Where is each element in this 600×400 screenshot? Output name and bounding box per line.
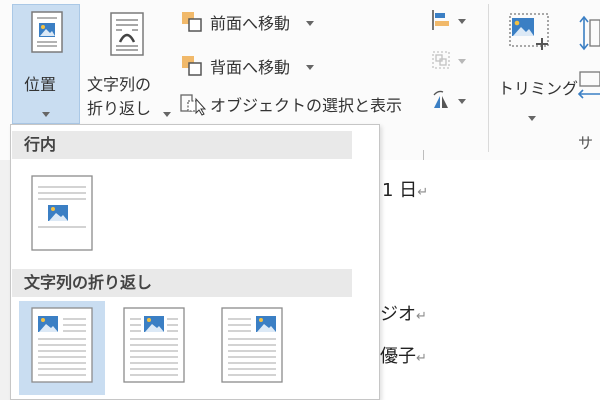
document-line-text: 優子 [380,346,416,367]
crop-label: トリミング [498,79,579,98]
wrap-text-label-line2: 折り返し [87,99,152,118]
rotate-button[interactable] [430,86,478,114]
arrange-small-tools [430,6,482,116]
send-backward-button[interactable]: 背面へ移動 [178,52,315,80]
bring-forward-label: 前面へ移動 [210,14,291,33]
position-top-left-icon [31,307,93,383]
rotate-caret [458,91,466,110]
paragraph-mark: ↵ [416,351,427,366]
wrap-text-dropdown-caret [163,104,171,123]
position-icon [31,11,63,53]
inline-section-header: 行内 [12,131,352,159]
send-backward-label: 背面へ移動 [210,58,291,77]
crop-icon [509,13,549,50]
position-top-center-icon [123,307,185,383]
bring-forward-icon [182,12,202,32]
group-divider [488,4,489,152]
align-left-icon [432,10,449,30]
bring-forward-caret[interactable] [306,13,315,32]
document-line: 1 日↵ [382,176,428,202]
paragraph-mark: ↵ [416,309,427,324]
position-top-right-icon [221,307,283,383]
wrap-text-label-line1: 文字列の [87,75,152,94]
group-icon [432,51,450,69]
rotate-icon [433,90,448,108]
position-button[interactable]: 位置 [12,4,80,124]
align-button[interactable] [430,6,478,34]
align-caret [458,11,466,30]
position-dropdown-caret [42,104,50,123]
size-controls [576,14,600,124]
crop-caret [528,108,536,127]
send-backward-caret[interactable] [306,57,315,76]
document-page[interactable]: 1 日↵ ジオ↵ 優子↵ [380,160,600,400]
wrap-text-button[interactable]: 文字列の 折り返し [84,6,176,122]
selection-pane-button[interactable]: オブジェクトの選択と表示 [178,90,402,118]
position-label: 位置 [24,75,57,94]
position-option-top-left[interactable] [19,301,105,395]
bring-forward-button[interactable]: 前面へ移動 [178,8,315,36]
document-line: ジオ↵ [380,300,427,326]
position-option-top-right[interactable] [209,301,295,395]
inline-with-text-icon [31,175,93,251]
selection-pane-label: オブジェクトの選択と表示 [210,96,403,115]
document-line: 優子↵ [380,342,427,368]
position-option-inline[interactable] [19,169,105,263]
position-option-top-center[interactable] [111,301,197,395]
selection-pane-icon [180,94,207,116]
document-line-text: 1 日 [382,180,418,201]
group-caret [458,51,466,70]
paragraph-mark: ↵ [417,185,429,200]
width-icon[interactable] [576,70,600,100]
wrap-section-header: 文字列の折り返し [12,269,352,297]
crop-button[interactable]: トリミング [498,10,579,121]
position-dropdown-menu: 行内 文字列の折り返し [10,124,380,400]
height-icon[interactable] [576,14,600,58]
group-button[interactable] [430,46,478,74]
size-group-label: サ [578,134,594,152]
send-backward-icon [182,56,202,76]
wrap-text-icon [110,12,144,56]
document-line-text: ジオ [380,304,416,325]
